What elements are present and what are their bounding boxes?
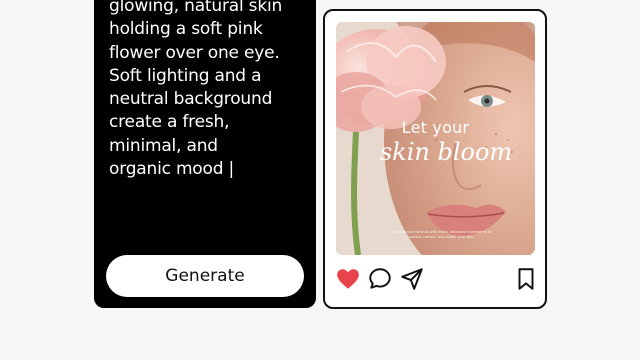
post-headline-script: skin bloom <box>379 138 513 166</box>
send-icon[interactable] <box>399 266 425 292</box>
prompt-card: glowing, natural skin holding a soft pin… <box>94 0 316 308</box>
post-fineprint: Our bioactive formula with clean, botani… <box>390 230 492 239</box>
post-actions <box>335 266 539 296</box>
heart-icon[interactable] <box>335 266 361 292</box>
comment-icon[interactable] <box>367 266 393 292</box>
post-preview-card: Let your skin bloom Our bioactive formul… <box>323 9 547 309</box>
post-image: Let your skin bloom Our bioactive formul… <box>336 22 535 255</box>
prompt-text[interactable]: glowing, natural skin holding a soft pin… <box>109 0 309 181</box>
generate-button[interactable]: Generate <box>106 255 304 297</box>
bookmark-icon[interactable] <box>513 266 539 292</box>
app-canvas: glowing, natural skin holding a soft pin… <box>0 0 640 360</box>
post-headline: Let your <box>401 118 470 137</box>
